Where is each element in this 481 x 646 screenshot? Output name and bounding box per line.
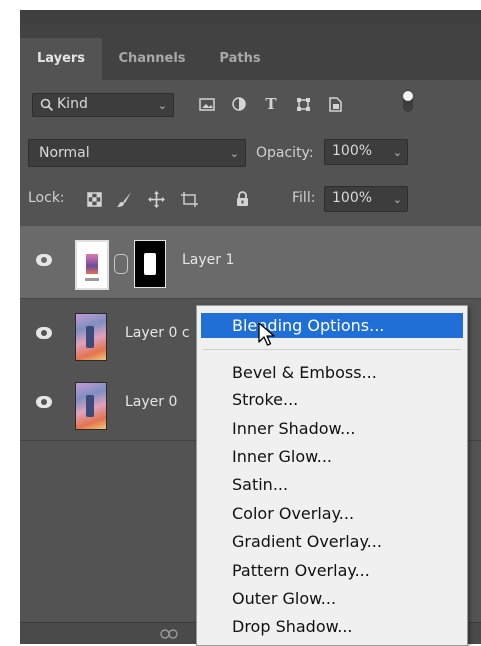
lock-fill-row: Lock: Fill: 100% ⌄ [20,182,481,216]
adjustment-layer-filter-icon[interactable] [227,93,251,115]
opacity-value: 100% [332,143,373,159]
tab-layers[interactable]: Layers [20,38,102,80]
filter-kind-select[interactable]: Kind ⌄ [32,93,174,117]
chevron-down-icon: ⌄ [392,146,402,159]
fill-label: Fill: [292,190,316,206]
layer-thumbnail[interactable] [75,382,107,430]
menu-item-drop-shadow[interactable]: Drop Shadow... [201,614,463,639]
mouse-pointer-icon [258,322,275,346]
menu-separator [203,349,461,350]
opacity-label: Opacity: [256,145,314,161]
blend-opacity-row: Normal ⌄ Opacity: 100% ⌄ [20,135,481,169]
chevron-down-icon: ⌄ [229,147,239,160]
smart-object-filter-icon[interactable] [323,93,347,115]
brush-icon[interactable] [112,188,136,210]
menu-item-stroke[interactable]: Stroke... [201,387,463,412]
layer-row[interactable]: Layer 1 [20,226,481,299]
chevron-down-icon: ⌄ [157,99,167,112]
menu-item-outer-glow[interactable]: Outer Glow... [201,586,463,611]
search-icon [40,98,54,112]
menu-item-bevel-emboss[interactable]: Bevel & Emboss... [201,360,463,385]
fill-value: 100% [332,190,373,206]
eye-icon[interactable] [36,396,52,408]
lock-icon[interactable] [230,188,254,210]
blend-mode-value: Normal [39,145,90,161]
eye-icon[interactable] [36,327,52,339]
menu-item-color-overlay[interactable]: Color Overlay... [201,501,463,526]
menu-item-inner-glow[interactable]: Inner Glow... [201,444,463,469]
layer-style-context-menu: Blending Options... Bevel & Emboss... St… [196,305,468,646]
type-layer-filter-icon[interactable]: T [259,93,283,115]
opacity-field[interactable]: 100% ⌄ [324,139,408,165]
blend-mode-select[interactable]: Normal ⌄ [28,139,246,167]
link-icon[interactable] [114,254,128,274]
menu-item-blending-options[interactable]: Blending Options... [201,313,463,338]
menu-item-gradient-overlay[interactable]: Gradient Overlay... [201,529,463,554]
artboard-icon[interactable] [177,188,201,210]
chevron-down-icon: ⌄ [392,193,402,206]
panel-tab-bar: Layers Channels Paths [20,24,481,80]
layer-name[interactable]: Layer 1 [182,252,234,268]
filter-toggle-icon[interactable] [396,90,420,112]
filter-kind-label: Kind [57,96,88,112]
shape-layer-filter-icon[interactable] [291,93,315,115]
menu-item-satin[interactable]: Satin... [201,472,463,497]
tab-paths[interactable]: Paths [202,38,278,80]
layer-mask-thumbnail[interactable] [134,240,166,288]
layer-name[interactable]: Layer 0 [125,394,177,410]
menu-item-inner-shadow[interactable]: Inner Shadow... [201,416,463,441]
menu-item-pattern-overlay[interactable]: Pattern Overlay... [201,558,463,583]
pixel-layer-filter-icon[interactable] [195,93,219,115]
layer-thumbnail[interactable] [75,313,107,361]
lock-transparent-pixels-icon[interactable] [82,188,106,210]
link-layers-icon[interactable] [160,629,178,639]
panel-top-strip [20,10,481,24]
lock-label: Lock: [28,190,65,206]
tab-channels[interactable]: Channels [102,38,202,80]
eye-icon[interactable] [36,254,52,266]
layer-name[interactable]: Layer 0 c [125,325,190,341]
fill-field[interactable]: 100% ⌄ [324,186,408,212]
layer-thumbnail[interactable] [75,240,109,290]
filter-row: Kind ⌄ T [20,90,481,120]
move-icon[interactable] [144,188,168,210]
